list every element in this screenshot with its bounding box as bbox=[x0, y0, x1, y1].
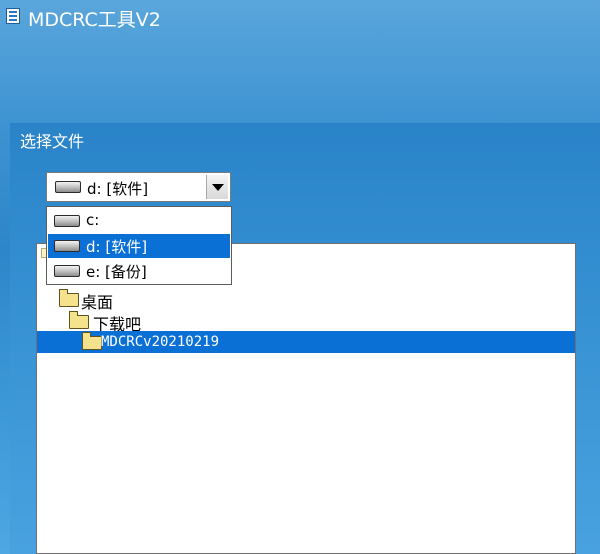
window-title: MDCRC工具V2 bbox=[28, 9, 161, 31]
folder-tree[interactable]: 桌面 下载吧 MDCRCv20210219 bbox=[36, 243, 576, 554]
drive-dropdown-list[interactable]: c: d: [软件] e: [备份] bbox=[46, 206, 232, 285]
tree-item-desktop[interactable]: 桌面 bbox=[59, 288, 179, 312]
tree-item-downloads[interactable]: 下载吧 bbox=[69, 310, 209, 334]
hard-drive-icon bbox=[54, 240, 80, 252]
drive-select[interactable]: d: [软件] bbox=[46, 172, 231, 202]
tree-item-mdcrc[interactable]: MDCRCv20210219 bbox=[37, 331, 575, 353]
drive-option-c[interactable]: c: bbox=[48, 209, 230, 233]
folder-icon bbox=[69, 311, 89, 329]
drive-option-label: e: [备份] bbox=[86, 263, 147, 281]
hard-drive-icon bbox=[54, 215, 80, 227]
folder-icon bbox=[82, 332, 102, 350]
drive-option-d[interactable]: d: [软件] bbox=[48, 234, 230, 258]
document-list-icon bbox=[6, 8, 20, 24]
hard-drive-icon bbox=[54, 265, 80, 277]
section-label: 选择文件 bbox=[20, 132, 85, 151]
hard-drive-icon bbox=[55, 181, 81, 193]
tree-item-label: MDCRCv20210219 bbox=[101, 334, 220, 350]
title-bar[interactable]: MDCRC工具V2 bbox=[0, 0, 600, 34]
drive-option-e[interactable]: e: [备份] bbox=[48, 259, 230, 283]
drive-select-value: d: [软件] bbox=[87, 180, 149, 198]
dropdown-button[interactable] bbox=[206, 175, 228, 199]
drive-option-label: d: [软件] bbox=[86, 238, 148, 256]
drive-option-label: c: bbox=[86, 211, 100, 229]
triangle-down-icon bbox=[212, 184, 224, 191]
folder-icon bbox=[59, 289, 79, 307]
